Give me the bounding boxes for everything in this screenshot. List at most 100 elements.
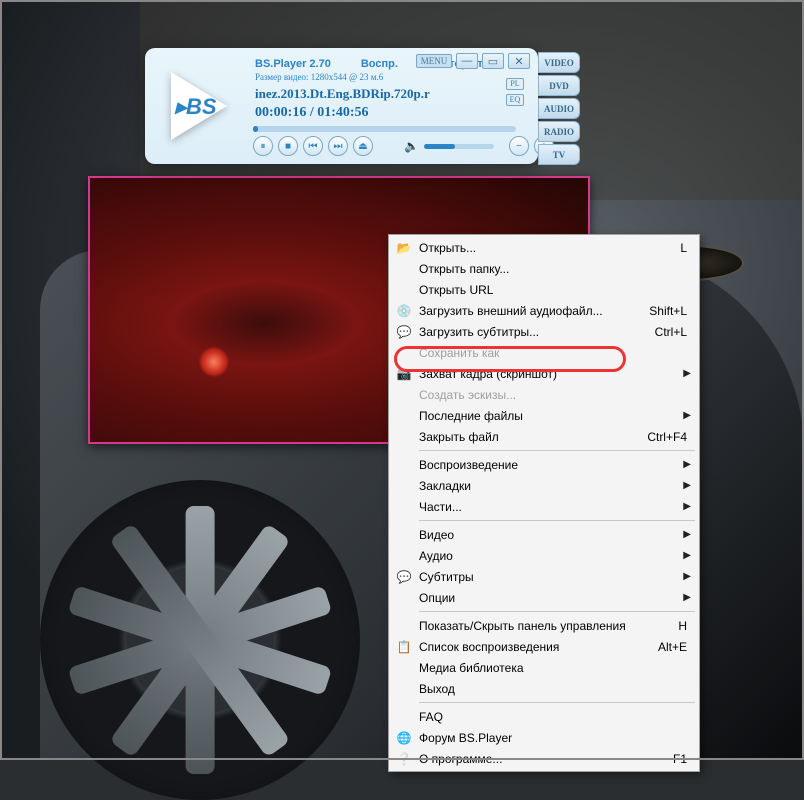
menu-item-label: Показать/Скрыть панель управления — [419, 619, 662, 633]
playlist-badge[interactable]: PL — [506, 78, 524, 90]
menu-separator — [419, 611, 695, 612]
menu-item-shortcut: H — [662, 619, 687, 633]
maximize-button[interactable]: ▭ — [482, 53, 504, 69]
submenu-arrow-icon: ▶ — [683, 571, 691, 582]
mode-tabs: VIDEO DVD AUDIO RADIO TV — [538, 52, 580, 165]
zoom-out-button[interactable]: − — [509, 136, 529, 156]
menu-item-label: Закладки — [419, 479, 687, 493]
playback-controls: ⏸ ■ ⏮ ⏭ ⏏ 🔈 − + — [253, 136, 554, 156]
menu-item-shortcut: F1 — [657, 752, 687, 766]
menu-item-icon: 📷 — [395, 367, 413, 381]
menu-item-label: Открыть... — [419, 241, 664, 255]
menu-item[interactable]: FAQ — [391, 706, 697, 727]
menu-item[interactable]: ❔О программе...F1 — [391, 748, 697, 769]
menu-item-label: Последние файлы — [419, 409, 687, 423]
menu-item[interactable]: 📋 Список воспроизведенияAlt+E — [391, 636, 697, 657]
menu-item[interactable]: Закрыть файлCtrl+F4 — [391, 426, 697, 447]
submenu-arrow-icon: ▶ — [683, 410, 691, 421]
menu-item[interactable]: Медиа библиотека — [391, 657, 697, 678]
submenu-arrow-icon: ▶ — [683, 459, 691, 470]
menu-item-label: Видео — [419, 528, 687, 542]
tab-tv[interactable]: TV — [538, 144, 580, 165]
menu-item[interactable]: Аудио▶ — [391, 545, 697, 566]
menu-item-label: Создать эскизы... — [419, 388, 687, 402]
menu-item[interactable]: 💿 Загрузить внешний аудиофайл...Shift+L — [391, 300, 697, 321]
menu-item-label: Выход — [419, 682, 687, 696]
menu-separator — [419, 702, 695, 703]
menu-item-label: Сохранить как — [419, 346, 687, 360]
context-menu: 📂 Открыть...L Открыть папку... Открыть URL 💿… — [388, 234, 700, 772]
tab-audio[interactable]: AUDIO — [538, 98, 580, 119]
menu-item[interactable]: Опции▶ — [391, 587, 697, 608]
submenu-arrow-icon: ▶ — [683, 592, 691, 603]
menu-item[interactable]: 📷 Захват кадра (скриншот)▶ — [391, 363, 697, 384]
menu-item[interactable]: Последние файлы▶ — [391, 405, 697, 426]
menu-item: Создать эскизы... — [391, 384, 697, 405]
submenu-arrow-icon: ▶ — [683, 550, 691, 561]
menu-item[interactable]: 💬Загрузить субтитры...Ctrl+L — [391, 321, 697, 342]
submenu-arrow-icon: ▶ — [683, 501, 691, 512]
menu-item-label: Открыть URL — [419, 283, 687, 297]
app-logo: ▸BS — [155, 66, 241, 146]
menu-item-shortcut: L — [664, 241, 687, 255]
menu-item[interactable]: 🌐 Форум BS.Player — [391, 727, 697, 748]
minimize-button[interactable]: — — [456, 53, 478, 69]
menu-item-shortcut: Alt+E — [642, 640, 687, 654]
menu-item[interactable]: Видео▶ — [391, 524, 697, 545]
volume-slider[interactable] — [424, 144, 494, 149]
menu-item-icon: 💿 — [395, 304, 413, 318]
menu-item[interactable]: Воспроизведение▶ — [391, 454, 697, 475]
menu-item[interactable]: Открыть папку... — [391, 258, 697, 279]
menu-item-label: Субтитры — [419, 570, 687, 584]
menu-item-label: FAQ — [419, 710, 687, 724]
menu-item-label: Медиа библиотека — [419, 661, 687, 675]
menu-item-label: Части... — [419, 500, 687, 514]
menu-item-icon: 📂 — [395, 241, 413, 255]
menu-item[interactable]: Открыть URL — [391, 279, 697, 300]
menu-item-label: Список воспроизведения — [419, 640, 642, 654]
player-window[interactable]: MENU — ▭ ✕ ▸BS BS.Player 2.70 Воспр. Пов… — [145, 48, 538, 164]
close-button[interactable]: ✕ — [508, 53, 530, 69]
menu-item[interactable]: Выход — [391, 678, 697, 699]
menu-item[interactable]: 📂 Открыть...L — [391, 237, 697, 258]
menu-item-shortcut: Ctrl+F4 — [631, 430, 687, 444]
menu-item[interactable]: 💬 Субтитры▶ — [391, 566, 697, 587]
menu-separator — [419, 520, 695, 521]
menu-item-icon: 💬 — [395, 570, 413, 584]
play-status: Воспр. — [361, 58, 398, 70]
video-flare — [200, 348, 228, 376]
menu-item-label: Захват кадра (скриншот) — [419, 367, 687, 381]
menu-item-label: Загрузить субтитры... — [419, 325, 639, 339]
submenu-arrow-icon: ▶ — [683, 480, 691, 491]
menu-item-label: Воспроизведение — [419, 458, 687, 472]
next-button[interactable]: ⏭ — [328, 136, 348, 156]
menu-item: Сохранить как — [391, 342, 697, 363]
menu-item-icon: 💬 — [395, 325, 413, 339]
tab-radio[interactable]: RADIO — [538, 121, 580, 142]
eject-button[interactable]: ⏏ — [353, 136, 373, 156]
menu-item-icon: 🌐 — [395, 731, 413, 745]
menu-item-label: Опции — [419, 591, 687, 605]
pause-button[interactable]: ⏸ — [253, 136, 273, 156]
prev-button[interactable]: ⏮ — [303, 136, 323, 156]
menu-item-label: Загрузить внешний аудиофайл... — [419, 304, 633, 318]
menu-item-label: О программе... — [419, 752, 657, 766]
eq-badge[interactable]: EQ — [506, 94, 524, 106]
menu-item[interactable]: Закладки▶ — [391, 475, 697, 496]
menu-item-label: Форум BS.Player — [419, 731, 687, 745]
menu-item[interactable]: Показать/Скрыть панель управленияH — [391, 615, 697, 636]
app-title: BS.Player 2.70 — [255, 58, 331, 70]
menu-item[interactable]: Части...▶ — [391, 496, 697, 517]
tab-dvd[interactable]: DVD — [538, 75, 580, 96]
seek-bar[interactable] — [253, 126, 516, 132]
menu-item-icon: 📋 — [395, 640, 413, 654]
menu-button[interactable]: MENU — [416, 54, 452, 68]
menu-item-shortcut: Shift+L — [633, 304, 687, 318]
menu-item-label: Аудио — [419, 549, 687, 563]
menu-item-label: Открыть папку... — [419, 262, 687, 276]
menu-item-label: Закрыть файл — [419, 430, 631, 444]
volume-icon: 🔈 — [404, 139, 419, 153]
stop-button[interactable]: ■ — [278, 136, 298, 156]
tab-video[interactable]: VIDEO — [538, 52, 580, 73]
submenu-arrow-icon: ▶ — [683, 368, 691, 379]
